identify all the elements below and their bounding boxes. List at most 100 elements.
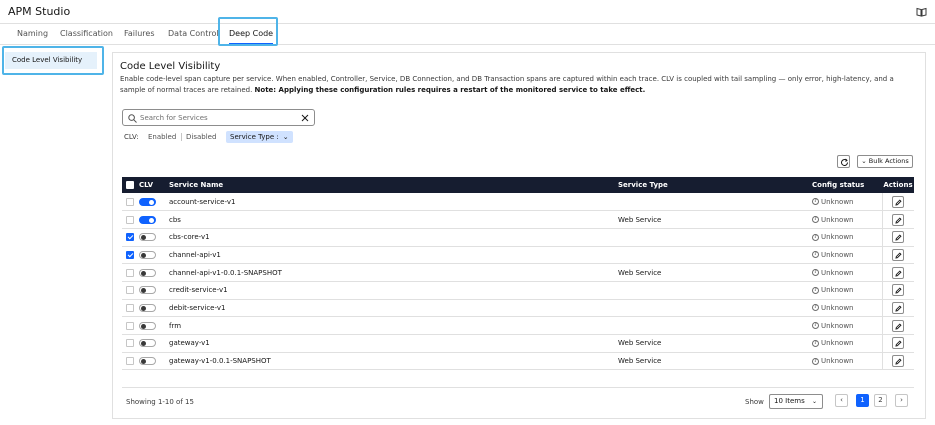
edit-button[interactable] <box>892 319 905 332</box>
clv-toggle[interactable] <box>139 339 156 348</box>
page-size-label: Show <box>745 398 764 406</box>
edit-button[interactable] <box>892 213 905 226</box>
clv-filter-disabled[interactable]: Disabled <box>183 131 219 143</box>
actions-cell <box>881 281 914 300</box>
actions-cell <box>881 352 914 371</box>
table-row: credit-service-v1? Unknown <box>122 281 914 300</box>
clv-toggle[interactable] <box>139 197 156 206</box>
clv-cell <box>139 334 169 353</box>
chevron-down-icon: ⌄ <box>282 133 289 141</box>
tab-naming[interactable]: Naming <box>17 24 48 44</box>
page-size-value: 10 Items <box>774 397 805 405</box>
row-checkbox[interactable] <box>126 339 134 348</box>
clv-toggle[interactable] <box>139 286 156 295</box>
services-table: CLV Service Name Service Type Config sta… <box>122 177 914 371</box>
row-checkbox[interactable] <box>126 250 134 259</box>
clv-filter-enabled[interactable]: Enabled <box>145 131 179 143</box>
tab-deep-code[interactable]: Deep Code <box>229 24 274 45</box>
header-config-status[interactable]: Config status <box>812 177 882 193</box>
row-select-cell <box>122 228 139 247</box>
select-all-checkbox[interactable] <box>126 181 134 189</box>
pencil-icon <box>895 234 902 241</box>
edit-button[interactable] <box>892 266 905 279</box>
service-type-cell: Web Service <box>618 334 812 353</box>
actions-cell <box>881 246 914 265</box>
row-checkbox[interactable] <box>126 215 134 224</box>
config-status-cell: ? Unknown <box>812 316 882 335</box>
service-type-cell <box>618 228 812 247</box>
service-name-cell: gateway-v1 <box>169 334 618 353</box>
refresh-button[interactable] <box>837 155 850 168</box>
prev-page-button[interactable]: ‹ <box>835 394 848 407</box>
edit-button[interactable] <box>892 248 905 261</box>
search-box <box>122 109 315 126</box>
help-icon: ? <box>812 304 819 312</box>
sidebar-item-code-level-visibility[interactable]: Code Level Visibility <box>5 52 97 69</box>
clv-toggle[interactable] <box>139 250 156 259</box>
actions-cell <box>881 299 914 318</box>
config-status-text: Unknown <box>821 233 854 242</box>
tab-data-control[interactable]: Data Control <box>168 24 219 44</box>
service-type-cell: Web Service <box>618 263 812 282</box>
tab-classification[interactable]: Classification <box>60 24 113 44</box>
header-service-type[interactable]: Service Type <box>618 177 812 193</box>
row-checkbox[interactable] <box>126 321 134 330</box>
page-button-2[interactable]: 2 <box>874 394 887 407</box>
edit-button[interactable] <box>892 231 905 244</box>
clv-toggle[interactable] <box>139 321 156 330</box>
pencil-icon <box>895 358 902 365</box>
row-checkbox[interactable] <box>126 197 134 206</box>
config-status-text: Unknown <box>821 303 854 312</box>
service-name-cell: cbs-core-v1 <box>169 228 618 247</box>
config-status-text: Unknown <box>821 357 854 366</box>
clv-toggle[interactable] <box>139 268 156 277</box>
config-status-text: Unknown <box>821 215 854 224</box>
clv-toggle[interactable] <box>139 357 156 366</box>
row-select-cell <box>122 263 139 282</box>
service-type-cell <box>618 246 812 265</box>
edit-button[interactable] <box>892 301 905 314</box>
tab-failures[interactable]: Failures <box>124 24 155 44</box>
header-service-name[interactable]: Service Name <box>169 177 618 193</box>
restart-note: Note: Applying these configuration rules… <box>254 86 646 94</box>
edit-button[interactable] <box>892 195 905 208</box>
table-row: channel-api-v1-0.0.1-SNAPSHOT Web Service… <box>122 263 914 282</box>
service-type-cell <box>618 299 812 318</box>
edit-button[interactable] <box>892 337 905 350</box>
tab-bar: Naming Classification Failures Data Cont… <box>0 24 935 45</box>
page-size-select[interactable]: 10 Items ⌄ <box>769 394 823 409</box>
next-page-button[interactable]: › <box>895 394 908 407</box>
chevron-down-icon: ⌄ <box>861 157 867 165</box>
service-type-filter[interactable]: Service Type : ⌄ <box>226 131 293 143</box>
header-clv[interactable]: CLV <box>139 177 169 193</box>
bulk-actions-button[interactable]: ⌄ Bulk Actions <box>857 155 913 168</box>
service-name-cell: cbs <box>169 210 618 229</box>
table-row: cbs-core-v1? Unknown <box>122 228 914 247</box>
sidebar: Code Level Visibility <box>0 46 108 425</box>
book-icon[interactable] <box>916 7 927 17</box>
row-checkbox[interactable] <box>126 357 134 366</box>
clv-toggle[interactable] <box>139 233 156 242</box>
clv-toggle[interactable] <box>139 215 156 224</box>
config-status-text: Unknown <box>821 339 854 348</box>
config-status-cell: ? Unknown <box>812 334 882 353</box>
search-input[interactable] <box>140 111 290 124</box>
page-button-1[interactable]: 1 <box>856 394 869 407</box>
config-status-text: Unknown <box>821 250 854 259</box>
pencil-icon <box>895 305 902 312</box>
close-icon[interactable] <box>301 114 309 122</box>
row-checkbox[interactable] <box>126 268 134 277</box>
help-icon: ? <box>812 216 819 224</box>
section-title: Code Level Visibility <box>120 61 221 72</box>
row-checkbox[interactable] <box>126 286 134 295</box>
row-select-cell <box>122 246 139 265</box>
service-name-cell: frm <box>169 316 618 335</box>
row-checkbox[interactable] <box>126 303 134 312</box>
edit-button[interactable] <box>892 355 905 368</box>
edit-button[interactable] <box>892 284 905 297</box>
table-row: gateway-v1 Web Service? Unknown <box>122 334 914 353</box>
row-select-cell <box>122 299 139 318</box>
clv-toggle[interactable] <box>139 303 156 312</box>
row-checkbox[interactable] <box>126 233 134 242</box>
clv-cell <box>139 316 169 335</box>
